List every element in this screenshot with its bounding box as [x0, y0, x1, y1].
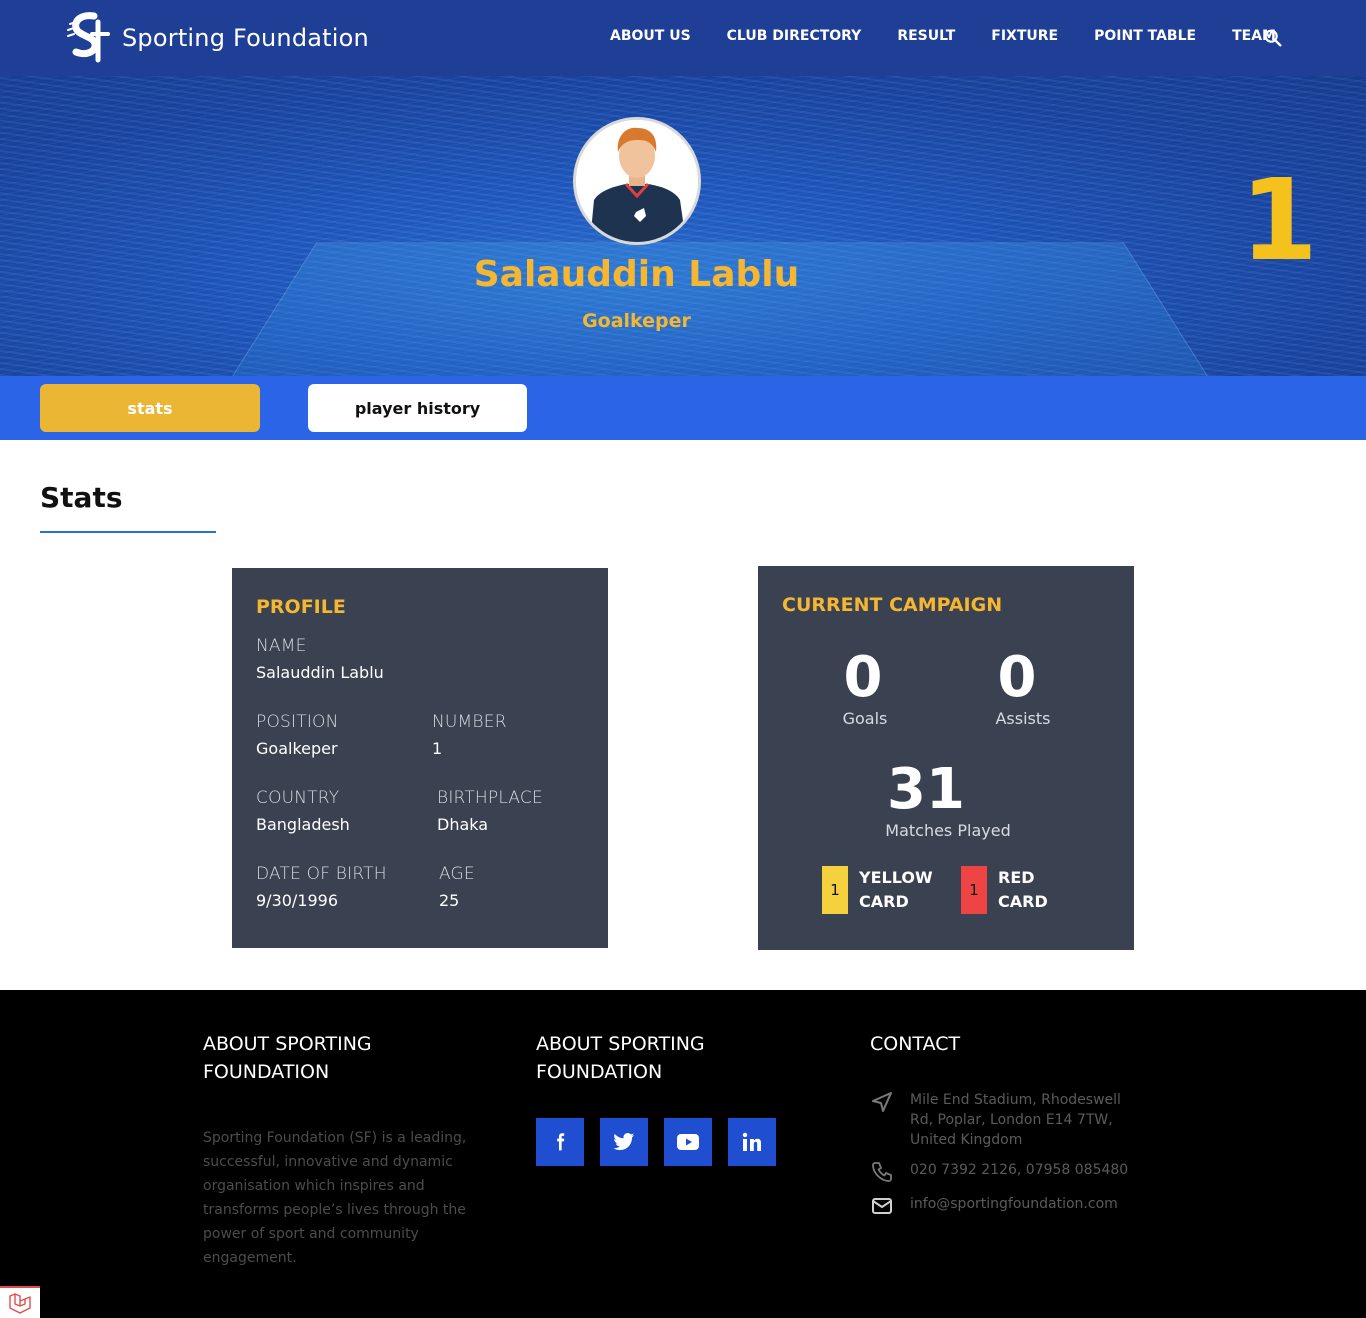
nav-fixture[interactable]: FIXTURE — [991, 28, 1058, 44]
twitter-icon — [613, 1132, 635, 1152]
section-title: Stats — [40, 481, 123, 514]
country-label: COUNTRY — [256, 788, 339, 808]
laravel-icon — [8, 1292, 32, 1314]
age-value: 25 — [439, 891, 459, 910]
facebook-icon — [550, 1132, 570, 1152]
yellow-card-label: YELLOW CARD — [859, 866, 949, 914]
player-avatar — [573, 117, 701, 245]
position-value: Goalkeper — [256, 739, 338, 758]
yellow-card-count: 1 — [822, 866, 848, 914]
matches-played-label: Matches Played — [878, 821, 1018, 840]
current-campaign-card: CURRENT CAMPAIGN 0 Goals 0 Assists 31 Ma… — [758, 566, 1134, 950]
youtube-icon — [677, 1134, 699, 1150]
assists-label: Assists — [983, 709, 1063, 728]
tab-stats[interactable]: stats — [40, 384, 260, 432]
profile-tab-bar: stats player history — [0, 376, 1366, 440]
section-title-underline — [40, 531, 216, 533]
campaign-card-title: CURRENT CAMPAIGN — [782, 594, 1002, 616]
player-avatar-illustration — [576, 120, 698, 242]
nav-point-table[interactable]: POINT TABLE — [1094, 28, 1196, 44]
profile-card: PROFILE NAME Salauddin Lablu POSITION Go… — [232, 568, 608, 948]
birthplace-label: BIRTHPLACE — [437, 788, 543, 808]
footer-contact-heading: CONTACT — [870, 1030, 1130, 1058]
nav-club-directory[interactable]: CLUB DIRECTORY — [727, 28, 862, 44]
main-nav: ABOUT US CLUB DIRECTORY RESULT FIXTURE P… — [610, 28, 1312, 44]
profile-card-title: PROFILE — [256, 596, 346, 618]
laravel-debug-badge[interactable] — [0, 1286, 40, 1318]
footer-about-heading: ABOUT SPORTING FOUNDATION — [203, 1030, 463, 1086]
name-value: Salauddin Lablu — [256, 663, 384, 682]
assists-count: 0 — [982, 650, 1052, 706]
search-icon[interactable] — [1262, 27, 1284, 49]
mail-icon — [870, 1194, 894, 1218]
matches-played-count: 31 — [886, 762, 966, 818]
red-card-count: 1 — [961, 866, 987, 914]
nav-result[interactable]: RESULT — [897, 28, 955, 44]
dob-label: DATE OF BIRTH — [256, 864, 387, 884]
age-label: AGE — [439, 864, 475, 884]
red-card-label: RED CARD — [998, 866, 1058, 914]
birthplace-value: Dhaka — [437, 815, 488, 834]
player-position: Goalkeper — [0, 310, 1273, 332]
twitter-button[interactable] — [600, 1118, 648, 1166]
top-navbar: Sporting Foundation ABOUT US CLUB DIRECT… — [0, 0, 1366, 76]
brand-name: Sporting Foundation — [122, 24, 369, 52]
tab-player-history[interactable]: player history — [308, 384, 527, 432]
nav-about-us[interactable]: ABOUT US — [610, 28, 691, 44]
position-label: POSITION — [256, 712, 339, 732]
contact-address: Mile End Stadium, Rhodeswell Rd, Poplar,… — [910, 1090, 1140, 1150]
location-arrow-icon — [870, 1090, 894, 1114]
goals-count: 0 — [828, 650, 898, 706]
name-label: NAME — [256, 636, 307, 656]
contact-phone: 020 7392 2126, 07958 085480 — [910, 1160, 1140, 1180]
facebook-button[interactable] — [536, 1118, 584, 1166]
footer-social-heading: ABOUT SPORTING FOUNDATION — [536, 1030, 796, 1086]
country-value: Bangladesh — [256, 815, 350, 834]
linkedin-button[interactable] — [728, 1118, 776, 1166]
youtube-button[interactable] — [664, 1118, 712, 1166]
phone-icon — [870, 1160, 894, 1184]
number-value: 1 — [432, 739, 442, 758]
dob-value: 9/30/1996 — [256, 891, 338, 910]
linkedin-icon — [742, 1132, 762, 1152]
player-name: Salauddin Lablu — [0, 254, 1273, 295]
sporting-foundation-logo — [64, 12, 112, 64]
brand-link[interactable]: Sporting Foundation — [64, 12, 369, 64]
contact-email[interactable]: info@sportingfoundation.com — [910, 1194, 1140, 1214]
goals-label: Goals — [825, 709, 905, 728]
jersey-number: 1 — [1240, 165, 1318, 277]
number-label: NUMBER — [432, 712, 507, 732]
footer-about-text: Sporting Foundation (SF) is a leading, s… — [203, 1126, 503, 1270]
